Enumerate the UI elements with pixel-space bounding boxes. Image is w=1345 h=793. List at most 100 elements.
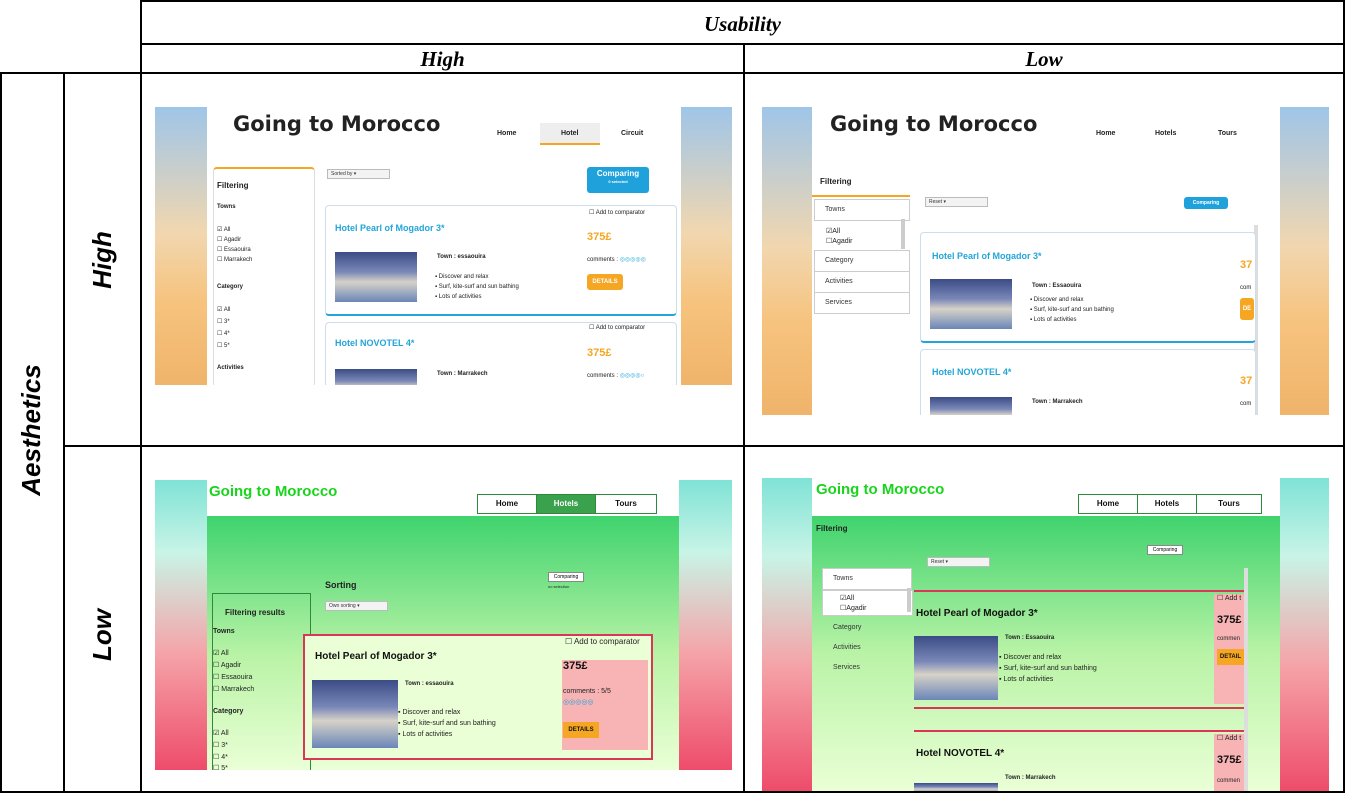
add-to-comparator[interactable]: ☐ Add to comparator: [589, 324, 645, 331]
town-all[interactable]: ☑ All: [217, 226, 230, 233]
nav-tours[interactable]: Tours: [1218, 130, 1237, 137]
accordion-category[interactable]: Category: [814, 250, 910, 272]
hotel-title[interactable]: Hotel Pearl of Mogador 3*: [916, 608, 1038, 619]
filtering-title: Filtering: [217, 181, 249, 190]
compare-button[interactable]: Comparing: [1147, 545, 1183, 555]
nav-circuit[interactable]: Circuit: [621, 130, 643, 137]
town-marrakech[interactable]: ☐ Marrakech: [213, 685, 254, 693]
details-button[interactable]: DETAIL: [1217, 649, 1244, 665]
add-to-comparator[interactable]: ☐ Add to comparator: [589, 209, 645, 216]
category-3[interactable]: ☐ 3*: [213, 741, 228, 749]
reset-select[interactable]: Reset ▾: [927, 557, 990, 567]
town-agadir[interactable]: ☐Agadir: [840, 604, 867, 612]
category-5[interactable]: ☐ 5*: [213, 764, 228, 770]
accordion-top-border: [812, 195, 910, 197]
accordion-services[interactable]: Services: [822, 657, 912, 679]
sort-select[interactable]: Own sorting ▾: [325, 601, 388, 611]
details-button[interactable]: DE: [1240, 298, 1254, 320]
hotel-town: Town : Essaouira: [1032, 283, 1082, 289]
category-5[interactable]: ☐ 5*: [217, 342, 230, 349]
nav-home[interactable]: Home: [1078, 494, 1138, 514]
site-logo: Going to Morocco: [233, 112, 441, 136]
nav-tours[interactable]: Tours: [1196, 494, 1262, 514]
card-divider: [914, 707, 1244, 709]
towns-scrollbar[interactable]: [901, 219, 905, 249]
details-button[interactable]: DETAILS: [587, 274, 623, 290]
table-border: [0, 72, 2, 793]
hotel-town: Town : Marrakech: [1032, 399, 1083, 405]
low-usability-header: Low: [1025, 47, 1063, 71]
reset-select[interactable]: Reset ▾: [925, 197, 988, 207]
accordion-services[interactable]: Services: [814, 292, 910, 314]
accordion-activities[interactable]: Activities: [822, 637, 912, 659]
site-logo: Going to Morocco: [830, 112, 1038, 136]
town-essaouira[interactable]: ☐ Essaouira: [217, 246, 251, 253]
hotel-title[interactable]: Hotel Pearl of Mogador 3*: [932, 251, 1042, 261]
hotel-title[interactable]: Hotel NOVOTEL 4*: [916, 748, 1004, 759]
accordion-towns[interactable]: Towns: [814, 199, 910, 221]
nav-home[interactable]: Home: [1096, 130, 1115, 137]
hotel-town: Town : Essaouira: [1005, 635, 1055, 641]
towns-scrollbar[interactable]: [907, 588, 911, 612]
nav-hotels[interactable]: Hotels: [1155, 130, 1176, 137]
sort-select[interactable]: Sorted by ▾: [327, 169, 390, 179]
results-scrollbar[interactable]: [1244, 568, 1248, 791]
details-button[interactable]: DETAILS: [563, 722, 599, 738]
filtering-title: Filtering: [820, 177, 852, 186]
screenshot-high-high: Going to Morocco Home Hotel Hotel Circui…: [155, 107, 732, 385]
hotel-price: 37: [1240, 375, 1253, 387]
hotel-town: Town : essaouira: [405, 681, 454, 687]
table-border: [140, 0, 142, 793]
hotel-bullet: ▪ Surf, kite-surf and sun bathing: [1030, 307, 1114, 313]
compare-button[interactable]: Comparing: [548, 572, 584, 582]
hotel-rating: ◎◎◎◎◎: [563, 699, 594, 706]
nav-home[interactable]: Home: [497, 130, 516, 137]
town-agadir[interactable]: ☐ Agadir: [213, 661, 241, 669]
hotel-bullet: ▪ Lots of activities: [1030, 317, 1077, 323]
aesthetics-label: Aesthetics: [16, 364, 46, 496]
town-marrakech[interactable]: ☐ Marrakech: [217, 256, 252, 263]
nav-hotels[interactable]: Hotels: [536, 494, 596, 514]
accordion-activities[interactable]: Activities: [814, 271, 910, 293]
towns-title: Towns: [217, 204, 236, 210]
hotel-bullet: ▪ Lots of activities: [398, 731, 453, 738]
hotel-title[interactable]: Hotel Pearl of Mogador 3*: [335, 223, 445, 233]
category-4[interactable]: ☐ 4*: [213, 753, 228, 761]
hotel-bullet: ▪ Discover and relax: [435, 274, 489, 280]
compare-button[interactable]: Comparing: [1184, 197, 1228, 209]
town-all[interactable]: ☑All: [840, 594, 854, 602]
nav-hotels[interactable]: Hotels: [1137, 494, 1197, 514]
category-4[interactable]: ☐ 4*: [217, 330, 230, 337]
add-to-comparator[interactable]: ☐ Add t: [1217, 594, 1241, 602]
nav-home[interactable]: Home: [477, 494, 537, 514]
accordion-towns[interactable]: Towns: [822, 568, 912, 590]
table-border: [63, 445, 1345, 447]
hotel-title[interactable]: Hotel Pearl of Mogador 3*: [315, 651, 437, 662]
card-divider: [914, 730, 1244, 732]
hotel-title[interactable]: Hotel NOVOTEL 4*: [932, 367, 1011, 377]
town-all[interactable]: ☑All: [826, 227, 840, 235]
add-to-comparator[interactable]: ☐ Add t: [1217, 734, 1241, 742]
hotel-title[interactable]: Hotel NOVOTEL 4*: [335, 338, 414, 348]
activities-title: Activities: [217, 365, 244, 371]
hotel-bullet: ▪ Surf, kite-surf and sun bathing: [398, 720, 496, 727]
screenshot-low-high: Going to Morocco Home Hotels Tours Sorti…: [155, 480, 732, 770]
compare-button[interactable]: Comparing 0 selected: [587, 167, 649, 193]
hotel-comments: com: [1240, 401, 1252, 407]
town-all[interactable]: ☑ All: [213, 649, 229, 657]
table-border: [63, 72, 65, 793]
hotel-bullet: ▪ Surf, kite-surf and sun bathing: [999, 665, 1097, 672]
town-agadir[interactable]: ☐ Agadir: [217, 236, 241, 243]
accordion-category[interactable]: Category: [822, 617, 912, 639]
towns-title: Towns: [213, 628, 235, 635]
nav-tours[interactable]: Tours: [595, 494, 657, 514]
town-essaouira[interactable]: ☐ Essaouira: [213, 673, 252, 681]
high-aesthetics-label: High: [87, 231, 117, 289]
add-to-comparator[interactable]: ☐ Add to comparator: [565, 637, 640, 646]
category-all[interactable]: ☑ All: [217, 306, 230, 313]
category-3[interactable]: ☐ 3*: [217, 318, 230, 325]
category-all[interactable]: ☑ All: [213, 729, 229, 737]
hotel-price: 375£: [587, 231, 612, 243]
table-border: [743, 43, 745, 793]
town-agadir[interactable]: ☐Agadir: [826, 237, 853, 245]
